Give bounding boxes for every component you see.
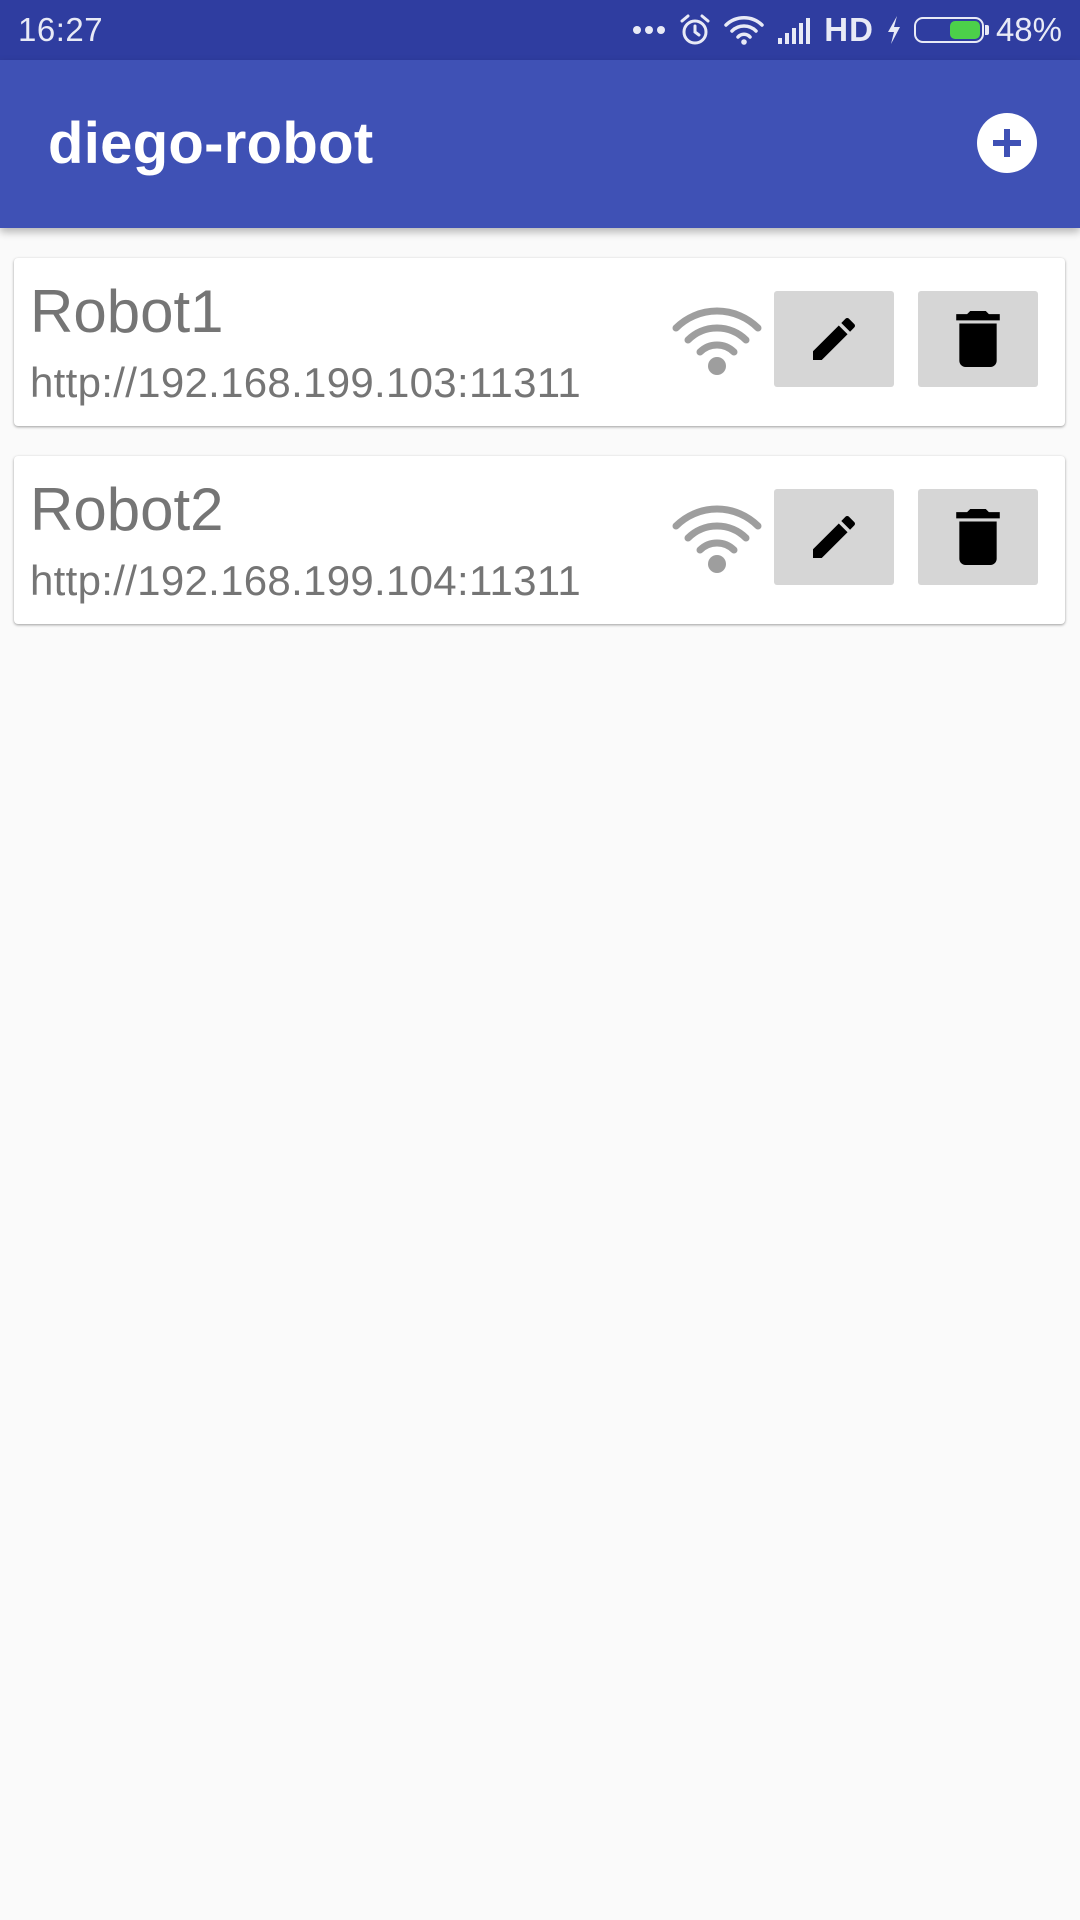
alarm-icon xyxy=(680,14,710,45)
wifi-icon xyxy=(672,307,762,375)
delete-robot-button[interactable] xyxy=(918,489,1038,585)
wifi-icon xyxy=(672,505,762,573)
robot-url: http://192.168.199.104:11311 xyxy=(30,557,581,604)
more-dots-icon xyxy=(633,26,666,34)
app-title: diego-robot xyxy=(48,111,374,176)
delete-robot-button[interactable] xyxy=(918,291,1038,387)
status-time: 16:27 xyxy=(18,11,104,48)
robot-card[interactable]: Robot1 http://192.168.199.103:11311 xyxy=(14,258,1065,426)
battery-percent: 48% xyxy=(995,11,1062,48)
robot-url: http://192.168.199.103:11311 xyxy=(30,359,581,406)
trash-icon xyxy=(956,311,1000,367)
battery-level-fill xyxy=(950,21,980,39)
robot-name: Robot2 xyxy=(30,476,224,543)
charging-icon xyxy=(887,16,900,44)
add-icon xyxy=(993,129,1021,157)
edit-robot-button[interactable] xyxy=(774,489,894,585)
app-bar: diego-robot xyxy=(0,60,1080,228)
status-icons: HD 48% xyxy=(632,11,1062,49)
pencil-icon xyxy=(813,515,856,558)
trash-icon xyxy=(956,509,1000,565)
network-type-label: HD xyxy=(824,11,874,48)
battery-icon xyxy=(913,17,989,43)
wifi-status-icon xyxy=(724,16,765,45)
add-robot-button[interactable] xyxy=(977,113,1037,173)
pencil-icon xyxy=(813,317,856,360)
edit-robot-button[interactable] xyxy=(774,291,894,387)
status-bar: 16:27 HD 48% xyxy=(0,0,1080,60)
signal-icon xyxy=(778,18,811,44)
robot-card[interactable]: Robot2 http://192.168.199.104:11311 xyxy=(14,456,1065,624)
robot-name: Robot1 xyxy=(30,278,224,345)
